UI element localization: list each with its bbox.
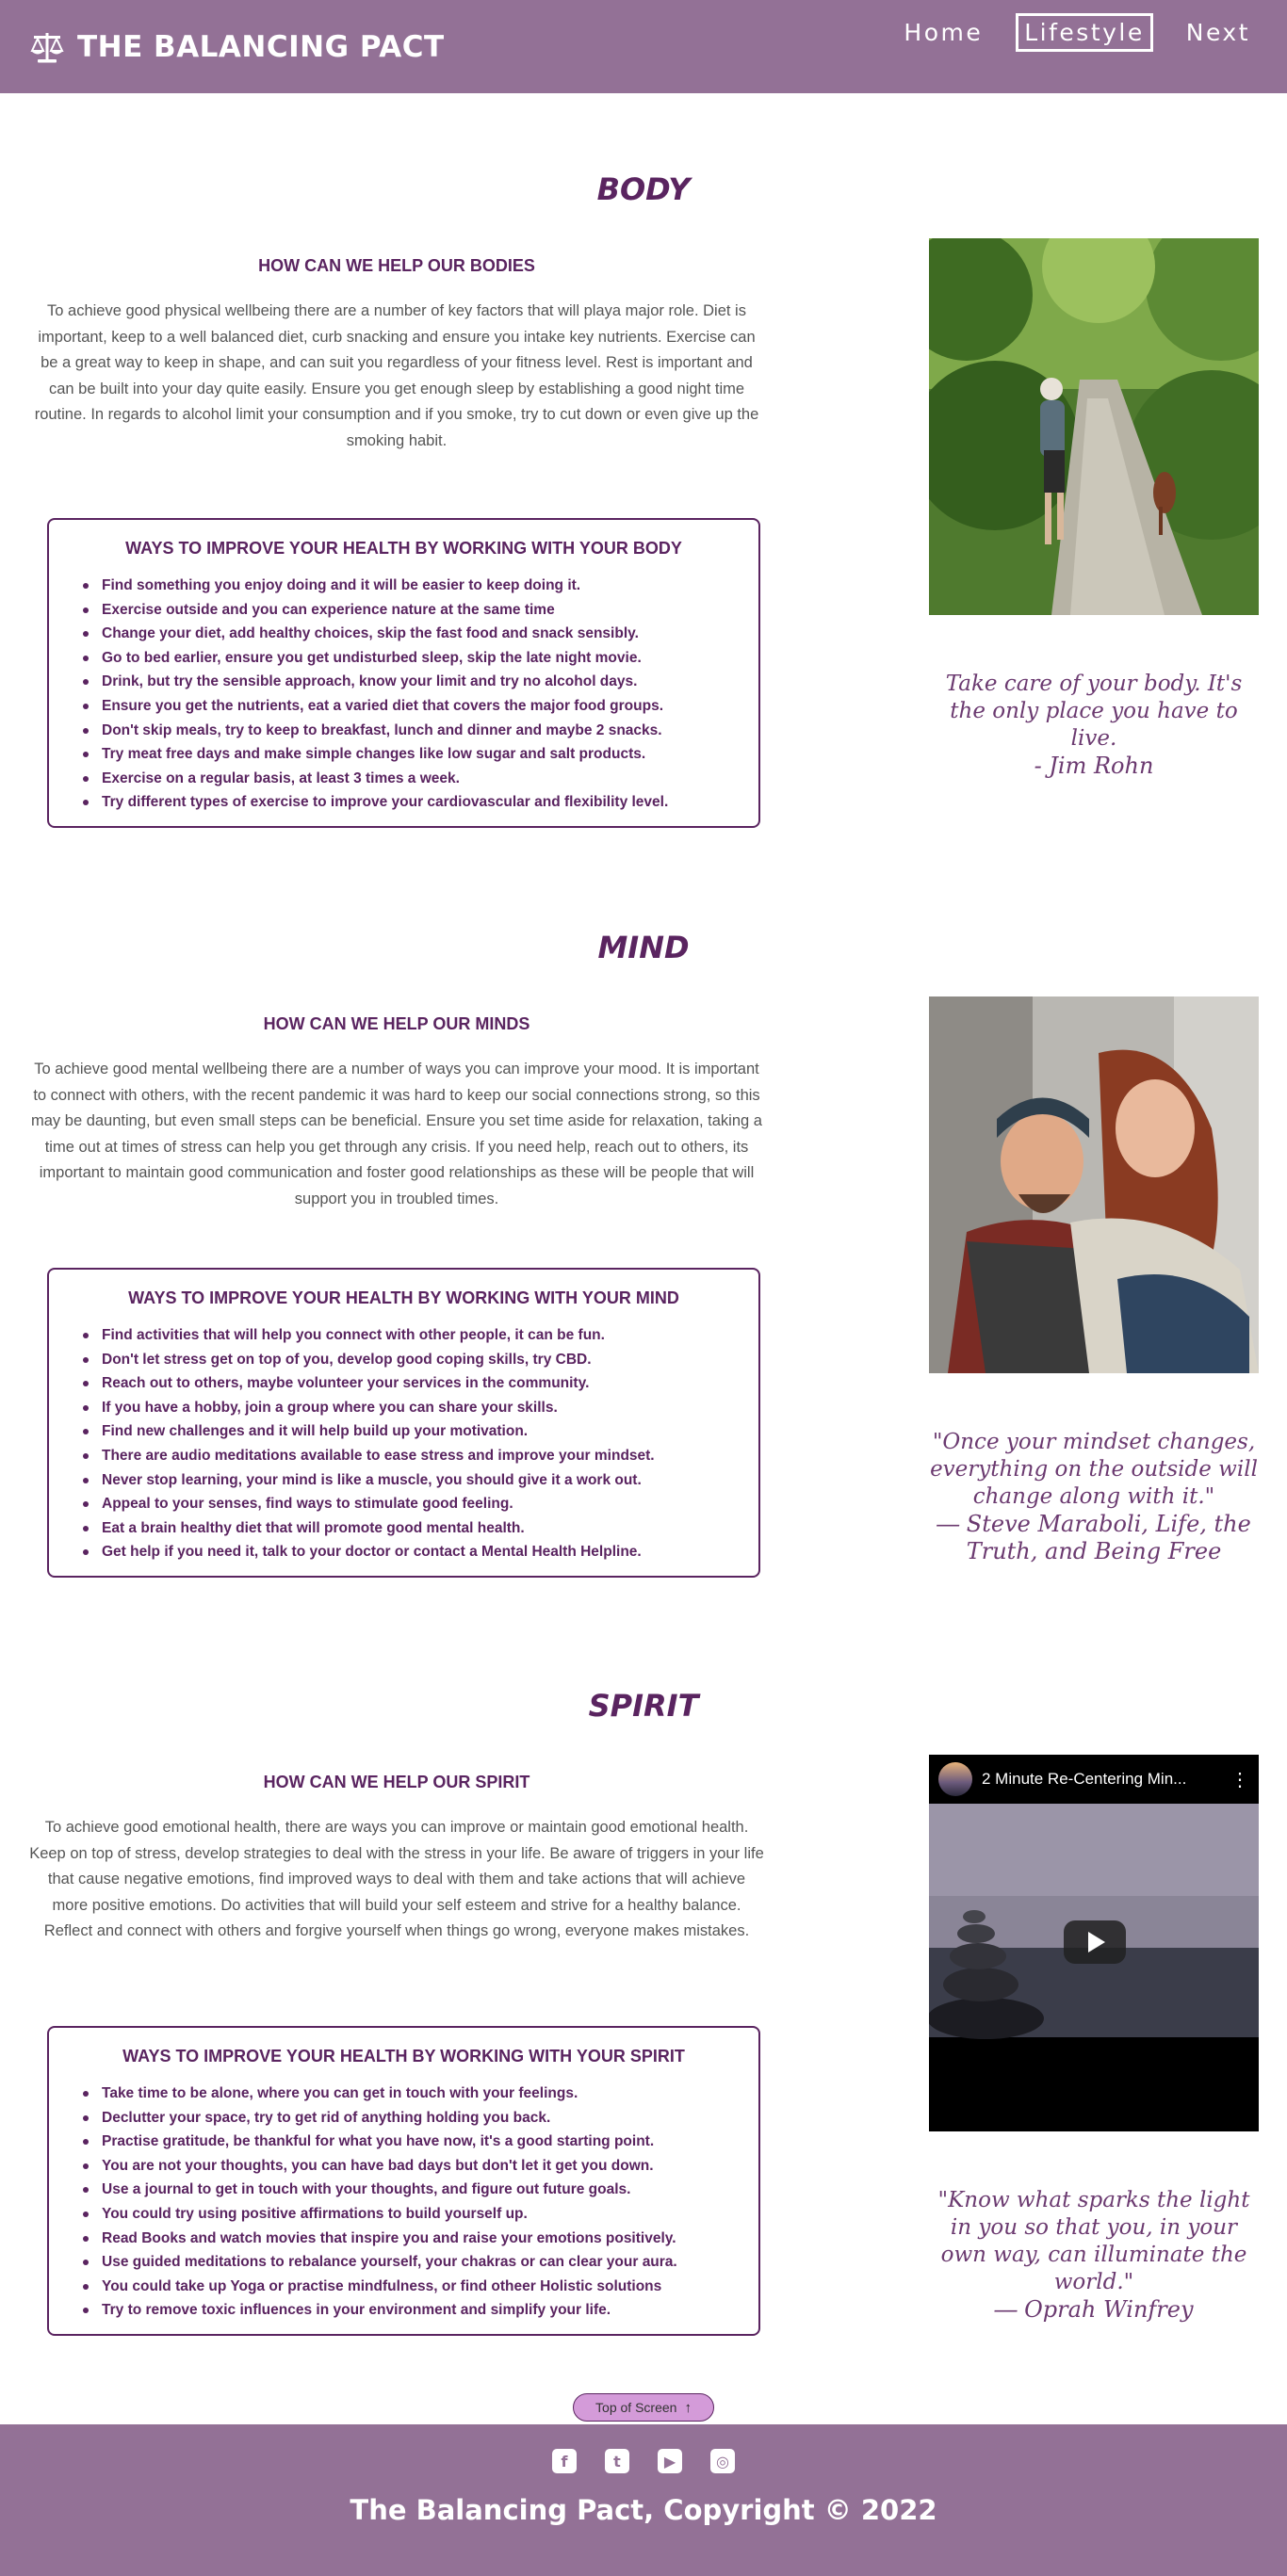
spirit-quote-text: "Know what sparks the light in you so th… [937, 2188, 1250, 2294]
list-item: If you have a hobby, join a group where … [83, 1396, 740, 1420]
list-item: Try to remove toxic influences in your e… [83, 2298, 740, 2323]
list-item: You could take up Yoga or practise mindf… [83, 2275, 740, 2299]
arrow-up-icon: ↑ [684, 2399, 692, 2416]
spirit-help-text: To achieve good emotional health, there … [29, 1819, 764, 1939]
mind-quote-author: ― Steve Maraboli, Life, the Truth, and B… [937, 1511, 1251, 1564]
mind-section-title: MIND [597, 930, 690, 965]
spirit-help-heading: HOW CAN WE HELP OUR SPIRIT [263, 1773, 530, 1791]
nav-next[interactable]: Next [1178, 13, 1259, 52]
body-quote-text: Take care of your body. It's the only pl… [945, 672, 1243, 751]
site-footer: f t ▶ ◎ The Balancing Pact, Copyright © … [0, 2424, 1287, 2576]
youtube-icon[interactable]: ▶ [658, 2449, 682, 2473]
site-title: THE BALANCING PACT [77, 29, 445, 64]
top-of-screen-button[interactable]: Top of Screen ↑ [573, 2393, 714, 2422]
mind-help: HOW CAN WE HELP OUR MINDS To achieve goo… [28, 1014, 765, 1212]
body-section-title: BODY [596, 171, 691, 207]
list-item: Find something you enjoy doing and it wi… [83, 574, 740, 598]
main-nav: Home Lifestyle Next [871, 13, 1259, 52]
mind-quote-text: "Once your mindset changes, everything o… [930, 1430, 1258, 1509]
body-ways-list: Find something you enjoy doing and it wi… [68, 574, 740, 815]
list-item: Take time to be alone, where you can get… [83, 2082, 740, 2106]
body-help-text: To achieve good physical wellbeing there… [34, 302, 759, 449]
list-item: There are audio meditations available to… [83, 1444, 740, 1468]
balance-scale-icon [30, 32, 64, 62]
top-of-screen-label: Top of Screen [595, 2400, 677, 2415]
list-item: Eat a brain healthy diet that will promo… [83, 1516, 740, 1541]
spirit-ways-heading: WAYS TO IMPROVE YOUR HEALTH BY WORKING W… [122, 2047, 685, 2066]
video-player[interactable]: 2 Minute Re-Centering Min... ⋮ [929, 1755, 1259, 2131]
site-header: THE BALANCING PACT Home Lifestyle Next [0, 0, 1287, 93]
list-item: Use a journal to get in touch with your … [83, 2178, 740, 2202]
instagram-icon[interactable]: ◎ [710, 2449, 735, 2473]
list-item: Appeal to your senses, find ways to stim… [83, 1492, 740, 1516]
list-item: Drink, but try the sensible approach, kn… [83, 670, 740, 694]
list-item: Exercise on a regular basis, at least 3 … [83, 767, 740, 791]
list-item: Don't skip meals, try to keep to breakfa… [83, 719, 740, 743]
body-quote: Take care of your body. It's the only pl… [929, 671, 1259, 780]
body-quote-author: - Jim Rohn [1034, 753, 1154, 779]
list-item: Read Books and watch movies that inspire… [83, 2227, 740, 2251]
mind-ways-heading: WAYS TO IMPROVE YOUR HEALTH BY WORKING W… [128, 1288, 679, 1307]
mind-help-text: To achieve good mental wellbeing there a… [31, 1061, 762, 1207]
mind-ways-box: WAYS TO IMPROVE YOUR HEALTH BY WORKING W… [47, 1268, 760, 1578]
list-item: Find new challenges and it will help bui… [83, 1419, 740, 1444]
list-item: You could try using positive affirmation… [83, 2202, 740, 2227]
body-ways-heading: WAYS TO IMPROVE YOUR HEALTH BY WORKING W… [125, 539, 682, 558]
video-header: 2 Minute Re-Centering Min... ⋮ [929, 1755, 1259, 1804]
copyright-text: The Balancing Pact, Copyright © 2022 [350, 2494, 937, 2526]
spirit-ways-list: Take time to be alone, where you can get… [68, 2082, 740, 2323]
body-help: HOW CAN WE HELP OUR BODIES To achieve go… [28, 256, 765, 454]
list-item: Declutter your space, try to get rid of … [83, 2106, 740, 2130]
mind-ways-list: Find activities that will help you conne… [68, 1323, 740, 1564]
mind-image [929, 996, 1259, 1373]
spirit-help: HOW CAN WE HELP OUR SPIRIT To achieve go… [28, 1773, 765, 1945]
list-item: Exercise outside and you can experience … [83, 598, 740, 623]
nav-home[interactable]: Home [895, 13, 991, 52]
list-item: Try different types of exercise to impro… [83, 790, 740, 815]
list-item: You are not your thoughts, you can have … [83, 2154, 740, 2179]
mind-quote: "Once your mindset changes, everything o… [929, 1429, 1259, 1565]
body-ways-box: WAYS TO IMPROVE YOUR HEALTH BY WORKING W… [47, 518, 760, 828]
spirit-quote-author: ― Oprah Winfrey [994, 2296, 1194, 2323]
body-help-heading: HOW CAN WE HELP OUR BODIES [258, 256, 535, 275]
list-item: Reach out to others, maybe volunteer you… [83, 1371, 740, 1396]
more-options-icon[interactable]: ⋮ [1230, 1768, 1249, 1791]
list-item: Try meat free days and make simple chang… [83, 742, 740, 767]
video-title[interactable]: 2 Minute Re-Centering Min... [982, 1770, 1223, 1789]
list-item: Go to bed earlier, ensure you get undist… [83, 646, 740, 671]
twitter-icon[interactable]: t [605, 2449, 629, 2473]
list-item: Ensure you get the nutrients, eat a vari… [83, 694, 740, 719]
channel-avatar[interactable] [938, 1762, 972, 1796]
list-item: Practise gratitude, be thankful for what… [83, 2130, 740, 2154]
spirit-ways-box: WAYS TO IMPROVE YOUR HEALTH BY WORKING W… [47, 2026, 760, 2336]
spirit-section-title: SPIRIT [588, 1688, 699, 1724]
facebook-icon[interactable]: f [552, 2449, 577, 2473]
list-item: Find activities that will help you conne… [83, 1323, 740, 1348]
spirit-quote: "Know what sparks the light in you so th… [929, 2187, 1259, 2324]
list-item: Don't let stress get on top of you, deve… [83, 1348, 740, 1372]
mind-help-heading: HOW CAN WE HELP OUR MINDS [263, 1014, 530, 1033]
play-button[interactable] [1064, 1920, 1126, 1964]
list-item: Change your diet, add healthy choices, s… [83, 622, 740, 646]
nav-lifestyle[interactable]: Lifestyle [1016, 13, 1153, 52]
list-item: Never stop learning, your mind is like a… [83, 1468, 740, 1493]
list-item: Get help if you need it, talk to your do… [83, 1540, 740, 1564]
body-image [929, 238, 1259, 615]
list-item: Use guided meditations to rebalance your… [83, 2250, 740, 2275]
social-links: f t ▶ ◎ [0, 2449, 1287, 2473]
brand[interactable]: THE BALANCING PACT [28, 28, 445, 66]
